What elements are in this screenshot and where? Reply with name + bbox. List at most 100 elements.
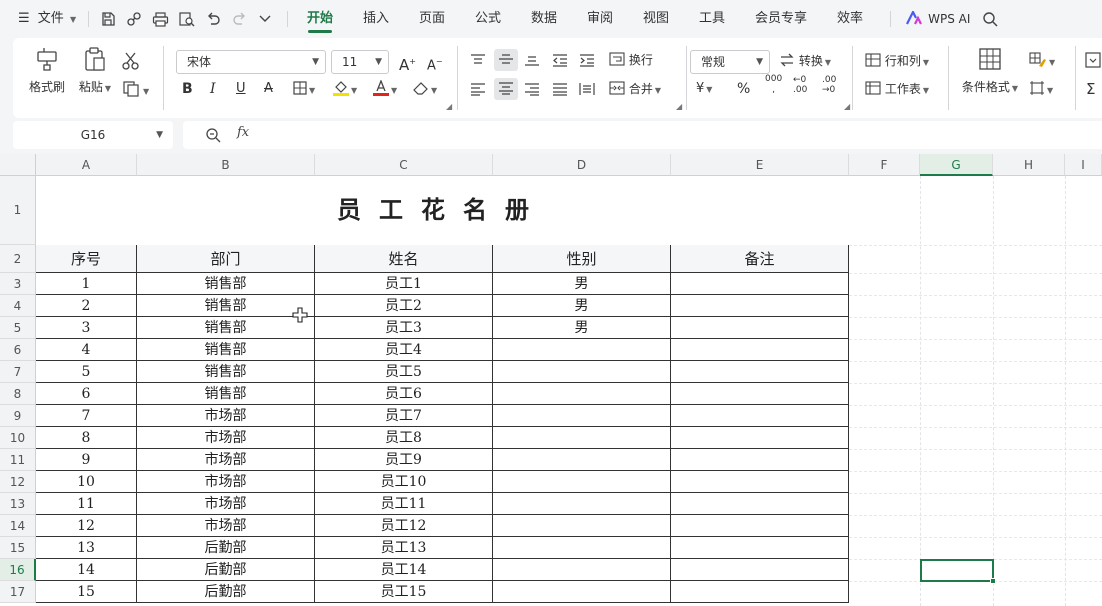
print-preview-icon[interactable] (178, 11, 196, 27)
align-right-icon[interactable] (524, 82, 540, 96)
name-box[interactable]: G16 ▼ (13, 121, 173, 149)
table-cell[interactable] (493, 339, 671, 361)
table-cell[interactable]: 14 (36, 559, 137, 581)
column-header-f[interactable]: F (849, 154, 920, 176)
percent-button[interactable]: % (737, 78, 750, 100)
table-cell[interactable] (493, 581, 671, 603)
table-cell[interactable] (493, 427, 671, 449)
table-header-cell[interactable]: 姓名 (315, 245, 493, 273)
copy-button[interactable]: ▼ (123, 79, 149, 101)
table-cell[interactable]: 12 (36, 515, 137, 537)
strikethrough-icon[interactable]: A (264, 78, 273, 100)
table-cell[interactable]: 男 (493, 273, 671, 295)
decrease-font-icon[interactable]: A− (427, 51, 443, 73)
table-cell[interactable] (671, 559, 849, 581)
table-header-cell[interactable]: 部门 (137, 245, 315, 273)
table-cell[interactable]: 销售部 (137, 339, 315, 361)
table-cell[interactable]: 后勤部 (137, 581, 315, 603)
column-header-d[interactable]: D (493, 154, 671, 176)
font-color-button[interactable]: ▼ (373, 78, 397, 100)
row-header-8[interactable]: 8 (0, 383, 36, 405)
table-cell[interactable]: 员工14 (315, 559, 493, 581)
table-cell[interactable]: 销售部 (137, 295, 315, 317)
paste-button[interactable]: 粘贴 ▼ (75, 38, 115, 95)
table-cell[interactable] (671, 581, 849, 603)
tab-page[interactable]: 页面 (412, 0, 452, 38)
table-cell[interactable] (493, 449, 671, 471)
table-cell[interactable]: 市场部 (137, 405, 315, 427)
wps-ai-button[interactable]: WPS AI (906, 0, 970, 38)
column-header-c[interactable]: C (315, 154, 493, 176)
tab-view[interactable]: 视图 (636, 0, 676, 38)
share-icon[interactable] (126, 11, 142, 27)
save-icon[interactable] (100, 11, 116, 27)
increase-decimal-icon[interactable]: ←0.00 (793, 75, 807, 97)
convert-button[interactable]: 转换 ▼ (779, 50, 831, 72)
table-cell[interactable]: 员工10 (315, 471, 493, 493)
border-button[interactable]: ▼ (293, 78, 315, 100)
bold-icon[interactable]: B (182, 78, 193, 100)
table-cell[interactable]: 销售部 (137, 317, 315, 339)
distribute-icon[interactable] (579, 82, 595, 96)
table-cell[interactable] (671, 471, 849, 493)
zoom-icon[interactable] (205, 127, 221, 143)
table-cell[interactable]: 10 (36, 471, 137, 493)
table-cell[interactable]: 员工12 (315, 515, 493, 537)
table-cell[interactable]: 1 (36, 273, 137, 295)
table-cell[interactable] (671, 383, 849, 405)
row-header-2[interactable]: 2 (0, 245, 36, 273)
decrease-decimal-icon[interactable]: .00 →0 (822, 75, 836, 97)
table-cell[interactable] (671, 427, 849, 449)
wrap-text-button[interactable]: 换行 (609, 49, 653, 71)
column-header-a[interactable]: A (36, 154, 137, 176)
dialog-launcher-icon[interactable]: ◢ (676, 102, 682, 111)
conditional-format-button[interactable]: 条件格式 ▼ (957, 38, 1023, 95)
table-cell[interactable] (671, 339, 849, 361)
justify-icon[interactable] (552, 82, 568, 96)
table-cell[interactable]: 市场部 (137, 427, 315, 449)
table-cell[interactable] (671, 449, 849, 471)
cut-icon[interactable] (121, 52, 141, 70)
table-cell[interactable]: 员工15 (315, 581, 493, 603)
table-header-cell[interactable]: 备注 (671, 245, 849, 273)
row-header-16[interactable]: 16 (0, 559, 36, 581)
table-cell[interactable]: 后勤部 (137, 537, 315, 559)
rows-cols-button[interactable]: 行和列 ▼ (865, 50, 929, 72)
worksheet-button[interactable]: 工作表 ▼ (865, 78, 929, 100)
dialog-launcher-icon[interactable]: ◢ (844, 102, 850, 111)
spreadsheet-grid[interactable]: ABCDEFGHI 1 2 3 4 5 6 7 8 9 10 11 12 13 14 15 16 17 序号 部门… (0, 154, 1102, 606)
table-cell[interactable] (493, 537, 671, 559)
table-cell[interactable]: 员工9 (315, 449, 493, 471)
table-cell[interactable] (671, 537, 849, 559)
table-cell[interactable]: 员工8 (315, 427, 493, 449)
column-header-h[interactable]: H (993, 154, 1065, 176)
table-cell[interactable]: 销售部 (137, 383, 315, 405)
table-cell[interactable]: 员工3 (315, 317, 493, 339)
table-cell[interactable]: 市场部 (137, 471, 315, 493)
underline-icon[interactable]: U (236, 78, 246, 100)
table-cell[interactable]: 2 (36, 295, 137, 317)
table-header-cell[interactable]: 性别 (493, 245, 671, 273)
table-cell[interactable]: 4 (36, 339, 137, 361)
tab-home[interactable]: 开始 (300, 0, 340, 38)
increase-font-icon[interactable]: A+ (399, 51, 416, 74)
column-header-b[interactable]: B (137, 154, 315, 176)
table-cell[interactable]: 7 (36, 405, 137, 427)
tab-efficiency[interactable]: 效率 (830, 0, 870, 38)
table-cell[interactable]: 5 (36, 361, 137, 383)
column-header-i[interactable]: I (1065, 154, 1102, 176)
table-cell[interactable] (493, 383, 671, 405)
increase-indent-icon[interactable] (579, 53, 595, 67)
file-menu[interactable]: ☰ 文件 ▼ (18, 0, 76, 38)
redo-icon[interactable] (232, 11, 248, 27)
chevron-down-icon[interactable] (259, 14, 271, 24)
row-header-11[interactable]: 11 (0, 449, 36, 471)
table-cell[interactable]: 销售部 (137, 361, 315, 383)
table-cell[interactable] (493, 559, 671, 581)
row-header-13[interactable]: 13 (0, 493, 36, 515)
align-left-icon[interactable] (470, 82, 486, 96)
table-cell[interactable] (671, 515, 849, 537)
row-header-5[interactable]: 5 (0, 317, 36, 339)
row-header-15[interactable]: 15 (0, 537, 36, 559)
column-header-g[interactable]: G (920, 154, 993, 176)
